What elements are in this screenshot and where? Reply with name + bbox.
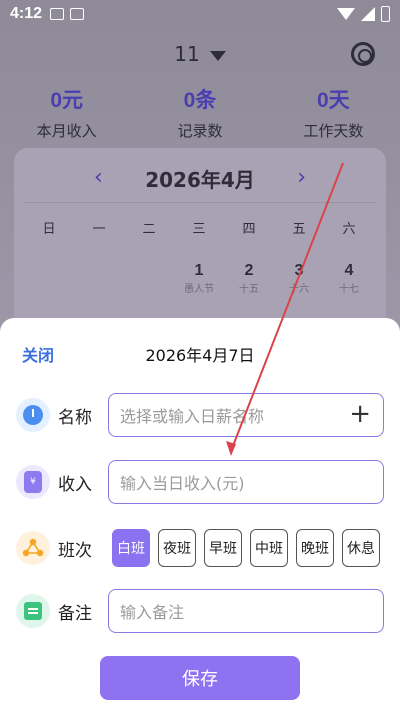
day-number: 3 bbox=[294, 262, 304, 279]
signal-icon bbox=[361, 7, 375, 21]
gallery-icon bbox=[50, 8, 65, 20]
shift-option-middle[interactable]: 中班 bbox=[250, 529, 288, 567]
note-placeholder: 输入备注 bbox=[120, 603, 185, 622]
stat-label: 工作天数 bbox=[303, 122, 364, 140]
calendar-day[interactable]: 4 十七 bbox=[324, 262, 374, 295]
calendar-days: 1 愚人节 2 十五 3 十六 4 十七 bbox=[24, 262, 376, 295]
name-input[interactable]: 选择或输入日薪名称 + bbox=[108, 393, 384, 437]
chevron-right-icon[interactable]: › bbox=[297, 165, 306, 190]
shift-label: 班次 bbox=[58, 540, 92, 561]
stat-work-days: 0天 工作天数 bbox=[267, 84, 400, 141]
day-subtitle: 愚人节 bbox=[184, 284, 214, 295]
divider bbox=[24, 202, 376, 203]
month-value: 11 bbox=[174, 42, 200, 66]
calendar-title: 2026年4月 bbox=[145, 168, 255, 192]
caret-down-icon bbox=[209, 50, 226, 61]
note-label: 备注 bbox=[58, 603, 92, 624]
name-row: 名称 选择或输入日薪名称 + bbox=[16, 392, 386, 438]
day-subtitle: 十七 bbox=[339, 284, 359, 295]
day-number: 1 bbox=[194, 262, 204, 279]
note-row: 备注 输入备注 bbox=[16, 588, 386, 634]
weekday-label: 二 bbox=[142, 222, 156, 237]
weekday-label: 五 bbox=[292, 222, 306, 237]
share-nodes-icon bbox=[16, 531, 50, 565]
weekday-label: 三 bbox=[192, 222, 206, 237]
save-button[interactable]: 保存 bbox=[100, 656, 300, 700]
clock-icon bbox=[16, 398, 50, 432]
status-bar: 4:12 bbox=[0, 0, 400, 28]
day-subtitle: 十六 bbox=[289, 284, 309, 295]
weekday-label: 四 bbox=[242, 222, 256, 237]
stat-label: 本月收入 bbox=[36, 122, 97, 140]
stat-value: 0元 bbox=[50, 89, 83, 112]
stat-value: 0天 bbox=[316, 89, 350, 112]
status-time: 4:12 bbox=[10, 5, 43, 22]
day-number: 2 bbox=[244, 262, 254, 279]
shift-option-early[interactable]: 早班 bbox=[204, 529, 242, 567]
calendar-day[interactable]: 1 愚人节 bbox=[174, 262, 224, 295]
shift-option-evening[interactable]: 晚班 bbox=[296, 529, 334, 567]
plus-icon[interactable]: + bbox=[349, 401, 371, 427]
weekday-header: 日 一 二 三 四 五 六 bbox=[14, 218, 386, 237]
note-input[interactable]: 输入备注 bbox=[108, 589, 384, 633]
stat-value: 0条 bbox=[183, 89, 217, 112]
wifi-icon bbox=[337, 8, 355, 20]
shift-option-day[interactable]: 白班 bbox=[112, 529, 150, 567]
stat-label: 记录数 bbox=[177, 122, 223, 140]
shift-options: 白班 夜班 早班 中班 晚班 休息 bbox=[112, 529, 380, 567]
gear-icon[interactable] bbox=[351, 42, 375, 66]
name-label: 名称 bbox=[58, 407, 92, 428]
stats-bar: 0元 本月收入 0条 记录数 0天 工作天数 bbox=[0, 84, 400, 141]
day-subtitle: 十五 bbox=[239, 284, 259, 295]
close-button[interactable]: 关闭 bbox=[22, 342, 54, 366]
weekday-label: 一 bbox=[92, 222, 106, 237]
stat-monthly-income: 0元 本月收入 bbox=[0, 84, 133, 141]
app-notification-icon bbox=[70, 8, 85, 20]
income-icon: ¥ bbox=[16, 465, 50, 499]
income-label: 收入 bbox=[58, 474, 92, 495]
weekday-label: 日 bbox=[42, 222, 56, 237]
shift-option-night[interactable]: 夜班 bbox=[158, 529, 196, 567]
day-number: 4 bbox=[344, 262, 354, 279]
note-icon bbox=[16, 594, 50, 628]
sheet-date-title: 2026年4月7日 bbox=[145, 346, 255, 365]
income-row: ¥ 收入 输入当日收入(元) bbox=[16, 459, 386, 505]
calendar-day[interactable]: 3 十六 bbox=[274, 262, 324, 295]
weekday-label: 六 bbox=[342, 222, 356, 237]
battery-icon bbox=[381, 6, 390, 22]
income-input[interactable]: 输入当日收入(元) bbox=[108, 460, 384, 504]
add-record-sheet: 2026年4月7日 关闭 名称 选择或输入日薪名称 + ¥ 收入 输入当日收入(… bbox=[0, 318, 400, 711]
shift-option-rest[interactable]: 休息 bbox=[342, 529, 380, 567]
income-placeholder: 输入当日收入(元) bbox=[120, 474, 245, 493]
name-placeholder: 选择或输入日薪名称 bbox=[120, 407, 265, 426]
stat-record-count: 0条 记录数 bbox=[133, 84, 266, 141]
month-selector[interactable]: 11 bbox=[0, 42, 400, 66]
calendar-day[interactable]: 2 十五 bbox=[224, 262, 274, 295]
